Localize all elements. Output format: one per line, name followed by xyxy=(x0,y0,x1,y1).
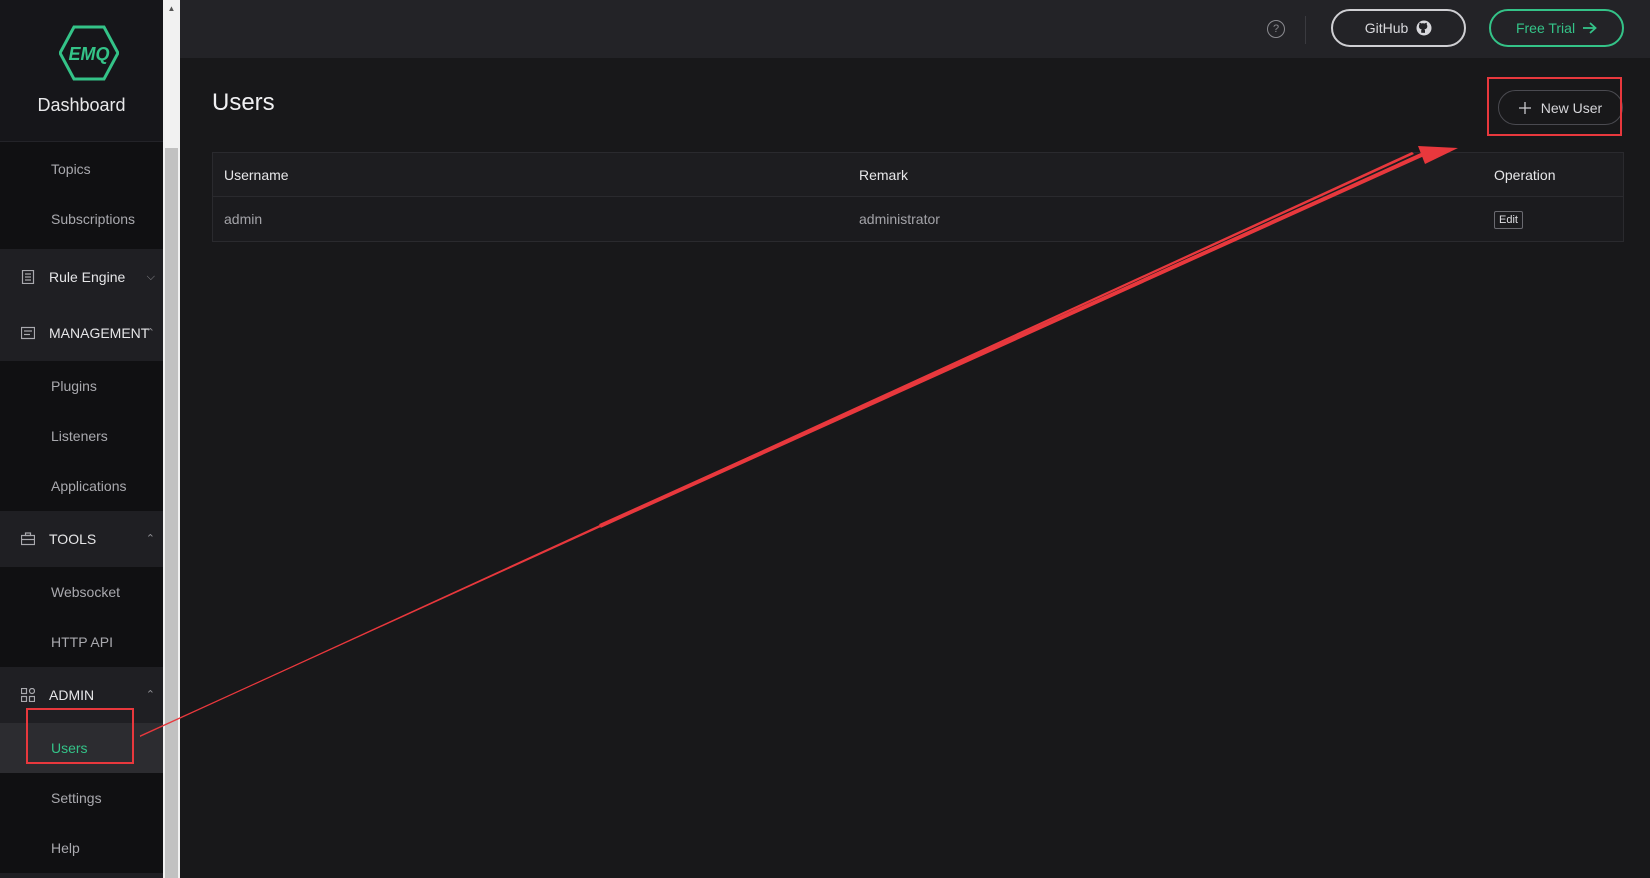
column-header-remark: Remark xyxy=(859,166,909,183)
sidebar-item-topics[interactable]: Topics xyxy=(0,144,163,194)
sidebar-group-footer xyxy=(0,873,163,878)
scrollbar-thumb[interactable] xyxy=(165,148,178,878)
sidebar: EMQ Dashboard Topics Subscriptions Rule … xyxy=(0,0,163,878)
table-header-row: Username Remark Operation xyxy=(213,153,1623,197)
free-trial-button[interactable]: Free Trial xyxy=(1489,9,1624,47)
users-table: Username Remark Operation admin administ… xyxy=(212,152,1624,242)
apps-icon xyxy=(21,688,35,702)
sidebar-group-label: MANAGEMENT xyxy=(49,325,150,341)
cell-username: admin xyxy=(224,211,263,227)
plus-icon xyxy=(1518,101,1531,114)
sidebar-item-listeners[interactable]: Listeners xyxy=(0,411,163,461)
annotation-arrow xyxy=(139,146,1458,737)
sidebar-group-tools[interactable]: TOOLS ⌃ xyxy=(0,511,163,567)
chevron-up-icon: ⌃ xyxy=(145,533,155,545)
cell-operation: Edit xyxy=(1483,210,1623,229)
sidebar-group-rule-engine[interactable]: Rule Engine ⌵ xyxy=(0,249,163,305)
chevron-up-icon: ⌃ xyxy=(145,327,155,339)
management-icon xyxy=(21,326,35,340)
toolbox-icon xyxy=(21,532,35,546)
github-icon xyxy=(1416,20,1432,36)
sidebar-group-label: ADMIN xyxy=(49,687,95,703)
page-title: Users xyxy=(212,89,275,116)
sidebar-item-plugins[interactable]: Plugins xyxy=(0,361,163,411)
sidebar-item-help[interactable]: Help xyxy=(0,823,163,873)
new-user-label: New User xyxy=(1540,99,1603,116)
sidebar-group-label: TOOLS xyxy=(49,531,97,547)
brand-title: Dashboard xyxy=(37,95,126,115)
emq-logo: EMQ xyxy=(59,25,119,81)
table-row: admin administrator Edit xyxy=(213,197,1623,241)
sidebar-item-subscriptions[interactable]: Subscriptions xyxy=(0,194,163,244)
column-header-username: Username xyxy=(224,166,289,183)
new-user-button[interactable]: New User xyxy=(1498,90,1623,125)
sidebar-item-users[interactable]: Users xyxy=(0,723,163,773)
scroll-up-arrow-icon[interactable]: ▲ xyxy=(163,0,180,17)
help-icon[interactable]: ? xyxy=(1267,20,1285,38)
cell-remark: administrator xyxy=(859,211,940,227)
sidebar-group-management[interactable]: MANAGEMENT ⌃ xyxy=(0,305,163,361)
document-icon xyxy=(21,270,35,284)
column-header-operation: Operation xyxy=(1494,166,1556,183)
free-trial-label: Free Trial xyxy=(1515,20,1576,36)
sidebar-scrollbar[interactable]: ▲ xyxy=(163,0,180,878)
sidebar-group-admin[interactable]: ADMIN ⌃ xyxy=(0,667,163,723)
sidebar-item-applications[interactable]: Applications xyxy=(0,461,163,511)
sidebar-item-http-api[interactable]: HTTP API xyxy=(0,617,163,667)
arrow-right-icon xyxy=(1583,22,1597,34)
svg-text:EMQ: EMQ xyxy=(68,44,109,64)
chevron-up-icon: ⌃ xyxy=(145,689,155,701)
edit-button[interactable]: Edit xyxy=(1494,210,1523,229)
sidebar-group-label: Rule Engine xyxy=(49,269,126,285)
header-divider xyxy=(1305,16,1306,44)
github-label: GitHub xyxy=(1364,20,1409,36)
sidebar-item-websocket[interactable]: Websocket xyxy=(0,567,163,617)
sidebar-item-settings[interactable]: Settings xyxy=(0,773,163,823)
brand[interactable]: EMQ Dashboard xyxy=(0,0,163,142)
github-button[interactable]: GitHub xyxy=(1331,9,1466,47)
chevron-down-icon: ⌵ xyxy=(146,271,155,283)
